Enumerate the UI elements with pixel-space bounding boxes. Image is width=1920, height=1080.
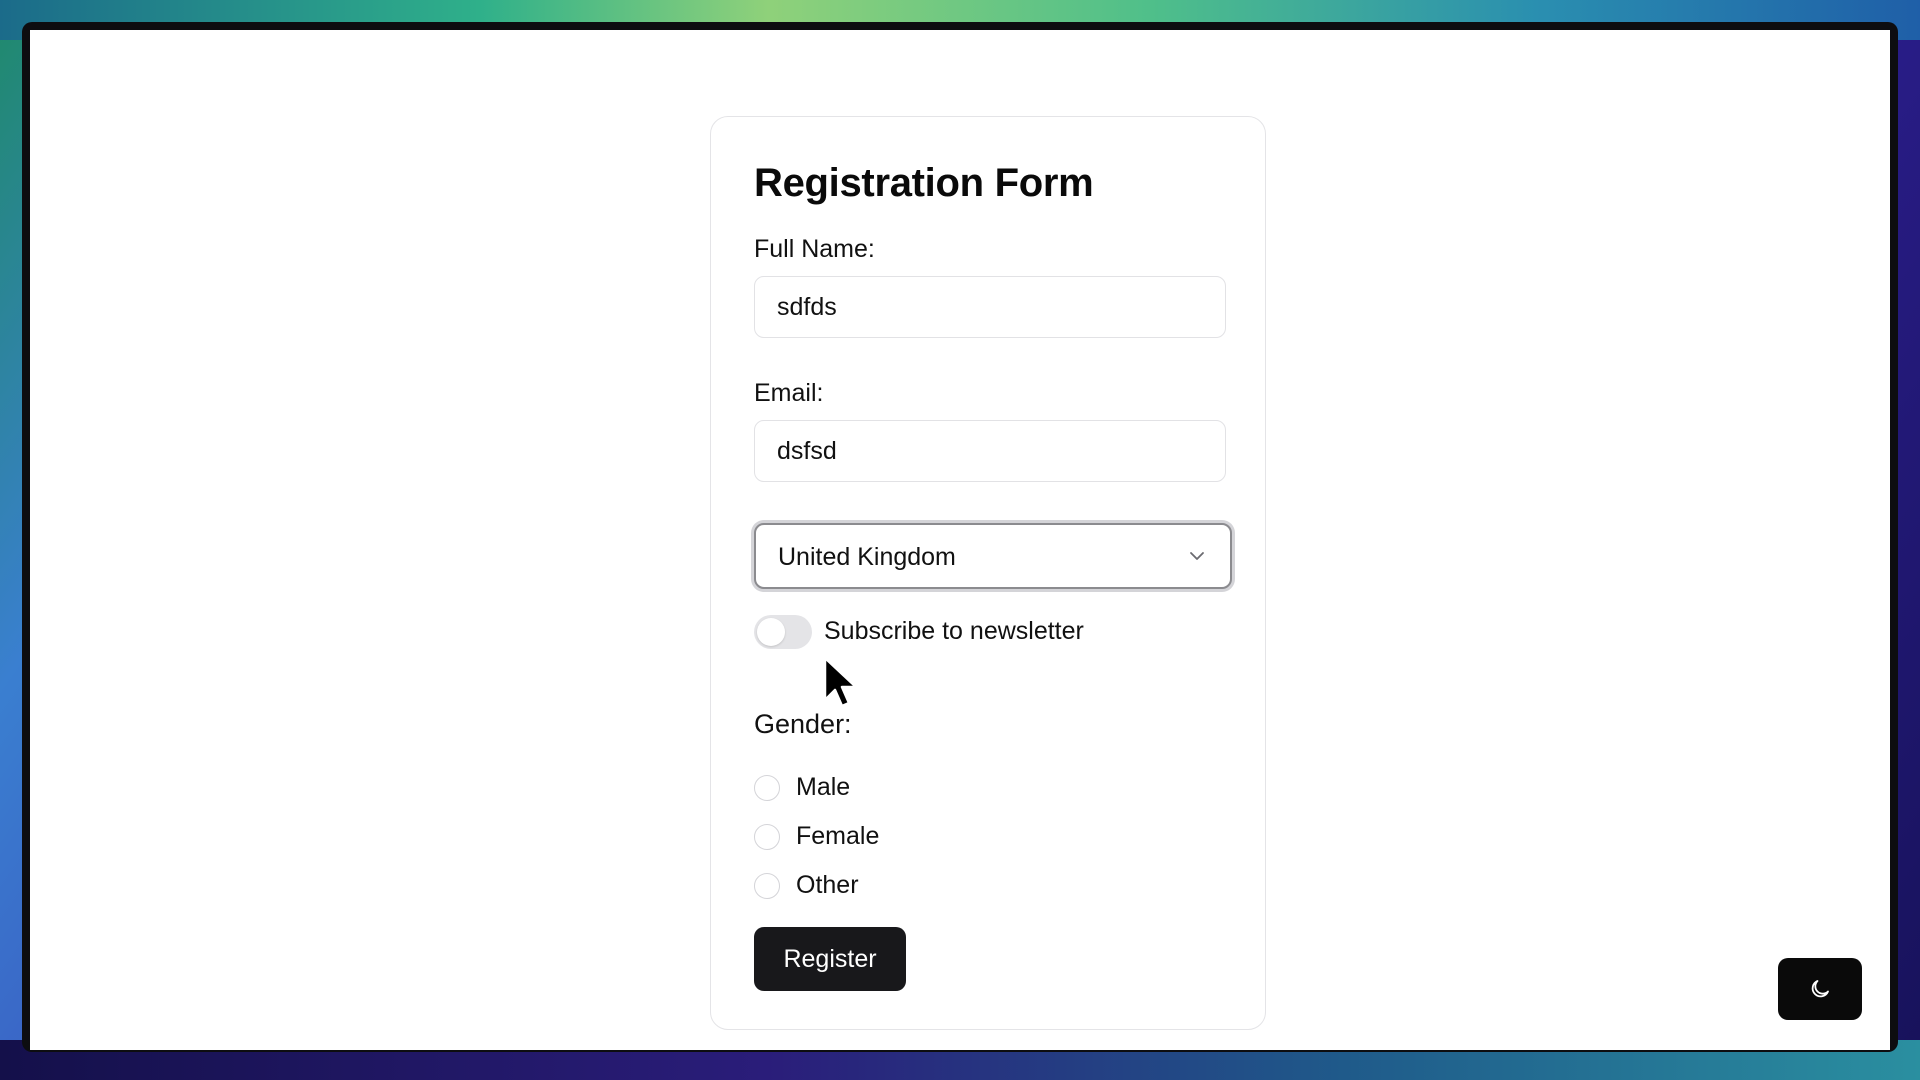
registration-card: Registration Form Full Name: Email: Unit… <box>710 116 1266 1030</box>
country-select[interactable]: United Kingdom <box>754 523 1232 589</box>
browser-viewport: Registration Form Full Name: Email: Unit… <box>30 30 1890 1050</box>
chevron-down-icon <box>1190 552 1204 560</box>
country-select-value: United Kingdom <box>778 543 956 571</box>
radio-button[interactable] <box>754 873 780 899</box>
gender-option-label: Male <box>796 773 851 801</box>
toggle-knob <box>757 618 785 646</box>
gender-option-label: Female <box>796 822 880 850</box>
moon-icon <box>1811 980 1829 998</box>
theme-toggle-button[interactable] <box>1778 958 1862 1020</box>
radio-button[interactable] <box>754 824 780 850</box>
full-name-label: Full Name: <box>754 235 875 263</box>
form-title: Registration Form <box>754 161 1094 205</box>
mouse-cursor-icon <box>823 656 858 708</box>
gender-option-label: Other <box>796 871 859 899</box>
email-label: Email: <box>754 379 824 407</box>
radio-button[interactable] <box>754 775 780 801</box>
newsletter-toggle[interactable] <box>754 615 812 649</box>
newsletter-label: Subscribe to newsletter <box>824 617 1084 645</box>
full-name-input[interactable] <box>754 276 1226 338</box>
register-button[interactable]: Register <box>754 927 906 991</box>
email-input[interactable] <box>754 420 1226 482</box>
